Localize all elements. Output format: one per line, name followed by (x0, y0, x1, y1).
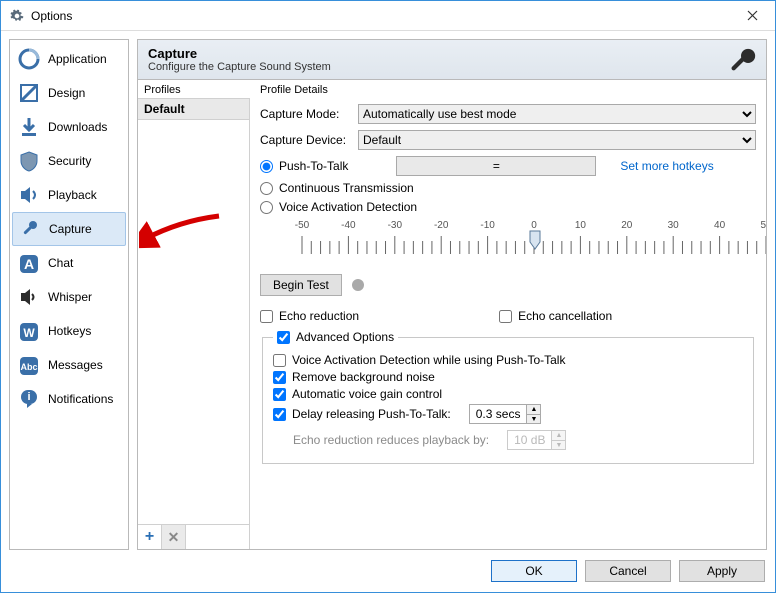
agc-label: Automatic voice gain control (292, 387, 442, 401)
banner-subtitle: Configure the Capture Sound System (148, 61, 331, 73)
main-panel: Capture Configure the Capture Sound Syst… (137, 39, 767, 550)
sidebar-item-chat[interactable]: A Chat (10, 246, 128, 280)
vad-radio[interactable] (260, 201, 273, 214)
sidebar-item-notifications[interactable]: i Notifications (10, 382, 128, 416)
sidebar-item-security[interactable]: Security (10, 144, 128, 178)
category-sidebar: Application Design Downloads Security Playba… (9, 39, 129, 550)
sidebar-item-whisper[interactable]: Whisper (10, 280, 128, 314)
vad-ptt-label: Voice Activation Detection while using P… (292, 353, 565, 367)
vad-ptt-checkbox[interactable] (273, 354, 286, 367)
security-icon (16, 148, 42, 174)
svg-text:W: W (23, 326, 35, 340)
sidebar-item-label: Messages (48, 358, 103, 372)
vad-label: Voice Activation Detection (279, 200, 417, 214)
details-header: Profile Details (260, 80, 756, 98)
chat-icon: A (16, 250, 42, 276)
delay-label: Delay releasing Push-To-Talk: (292, 407, 451, 421)
capture-mode-select[interactable]: Automatically use best mode (358, 104, 756, 124)
sidebar-item-label: Design (48, 86, 85, 100)
svg-text:A: A (24, 256, 34, 272)
set-hotkeys-link[interactable]: Set more hotkeys (620, 159, 713, 173)
sidebar-item-label: Application (48, 52, 107, 66)
downloads-icon (16, 114, 42, 140)
dialog-buttons: OK Cancel Apply (1, 550, 775, 592)
sidebar-item-downloads[interactable]: Downloads (10, 110, 128, 144)
echo-playback-spinbox: 10 dB ▲▼ (507, 430, 566, 450)
echo-cancellation-checkbox[interactable] (499, 310, 512, 323)
advanced-toggle-checkbox[interactable] (277, 331, 290, 344)
titlebar: Options (1, 1, 775, 31)
close-button[interactable] (730, 1, 775, 30)
sidebar-item-playback[interactable]: Playback (10, 178, 128, 212)
sidebar-item-label: Security (48, 154, 91, 168)
svg-text:i: i (27, 391, 30, 403)
profile-details: Profile Details Capture Mode: Automatica… (250, 80, 766, 549)
microphone-icon (724, 46, 758, 83)
begin-test-button[interactable]: Begin Test (260, 274, 342, 296)
whisper-icon (16, 284, 42, 310)
sidebar-item-messages[interactable]: Abc Messages (10, 348, 128, 382)
spin-down-icon[interactable]: ▼ (526, 414, 540, 423)
sidebar-item-label: Downloads (48, 120, 107, 134)
remove-bg-label: Remove background noise (292, 370, 435, 384)
delay-spinbox[interactable]: 0.3 secs ▲▼ (469, 404, 542, 424)
sidebar-item-application[interactable]: Application (10, 42, 128, 76)
ptt-radio[interactable] (260, 160, 273, 173)
spin-down-icon: ▼ (551, 440, 565, 449)
capture-device-select[interactable]: Default (358, 130, 756, 150)
profiles-list[interactable]: Default (138, 98, 250, 524)
ptt-label: Push-To-Talk (279, 159, 348, 173)
banner: Capture Configure the Capture Sound Syst… (138, 40, 766, 80)
profiles-header: Profiles (138, 80, 250, 98)
sidebar-item-label: Hotkeys (48, 324, 91, 338)
ok-button[interactable]: OK (491, 560, 577, 582)
add-profile-button[interactable]: + (138, 525, 162, 549)
ct-radio[interactable] (260, 182, 273, 195)
ptt-hotkey-field[interactable]: = (396, 156, 596, 176)
options-window: Options Application Design Downloads Securi… (0, 0, 776, 593)
application-icon (16, 46, 42, 72)
capture-device-label: Capture Device: (260, 133, 350, 147)
sidebar-item-label: Notifications (48, 392, 113, 406)
advanced-fieldset: Advanced Options Voice Activation Detect… (262, 330, 754, 464)
sidebar-item-hotkeys[interactable]: W Hotkeys (10, 314, 128, 348)
sidebar-item-capture[interactable]: Capture (12, 212, 126, 246)
spin-up-icon[interactable]: ▲ (526, 405, 540, 414)
profiles-column: Profiles Default + ✕ (138, 80, 250, 549)
spin-up-icon: ▲ (551, 431, 565, 440)
echo-reduction-checkbox[interactable] (260, 310, 273, 323)
sidebar-item-label: Capture (49, 222, 92, 236)
playback-icon (16, 182, 42, 208)
notifications-icon: i (16, 386, 42, 412)
sidebar-item-label: Chat (48, 256, 73, 270)
remove-bg-checkbox[interactable] (273, 371, 286, 384)
advanced-label: Advanced Options (296, 330, 394, 344)
apply-button[interactable]: Apply (679, 560, 765, 582)
window-title: Options (31, 9, 730, 23)
sidebar-item-label: Playback (48, 188, 97, 202)
ct-label: Continuous Transmission (279, 181, 414, 195)
design-icon (16, 80, 42, 106)
delay-checkbox[interactable] (273, 408, 286, 421)
hotkeys-icon: W (16, 318, 42, 344)
echo-reduction-label: Echo reduction (279, 309, 359, 323)
sidebar-item-label: Whisper (48, 290, 92, 304)
profiles-toolbar: + ✕ (138, 524, 250, 549)
profile-item[interactable]: Default (138, 99, 249, 120)
sidebar-item-design[interactable]: Design (10, 76, 128, 110)
vad-slider[interactable]: -50-40-30-20-1001020304050 (284, 220, 766, 268)
delete-profile-button[interactable]: ✕ (162, 525, 186, 549)
cancel-button[interactable]: Cancel (585, 560, 671, 582)
capture-icon (17, 216, 43, 242)
test-indicator (352, 279, 364, 291)
gear-icon (9, 8, 25, 24)
messages-icon: Abc (16, 352, 42, 378)
echo-cancellation-label: Echo cancellation (518, 309, 612, 323)
svg-text:Abc: Abc (20, 362, 37, 372)
banner-title: Capture (148, 46, 331, 61)
capture-mode-label: Capture Mode: (260, 107, 350, 121)
agc-checkbox[interactable] (273, 388, 286, 401)
echo-playback-label: Echo reduction reduces playback by: (293, 433, 489, 447)
